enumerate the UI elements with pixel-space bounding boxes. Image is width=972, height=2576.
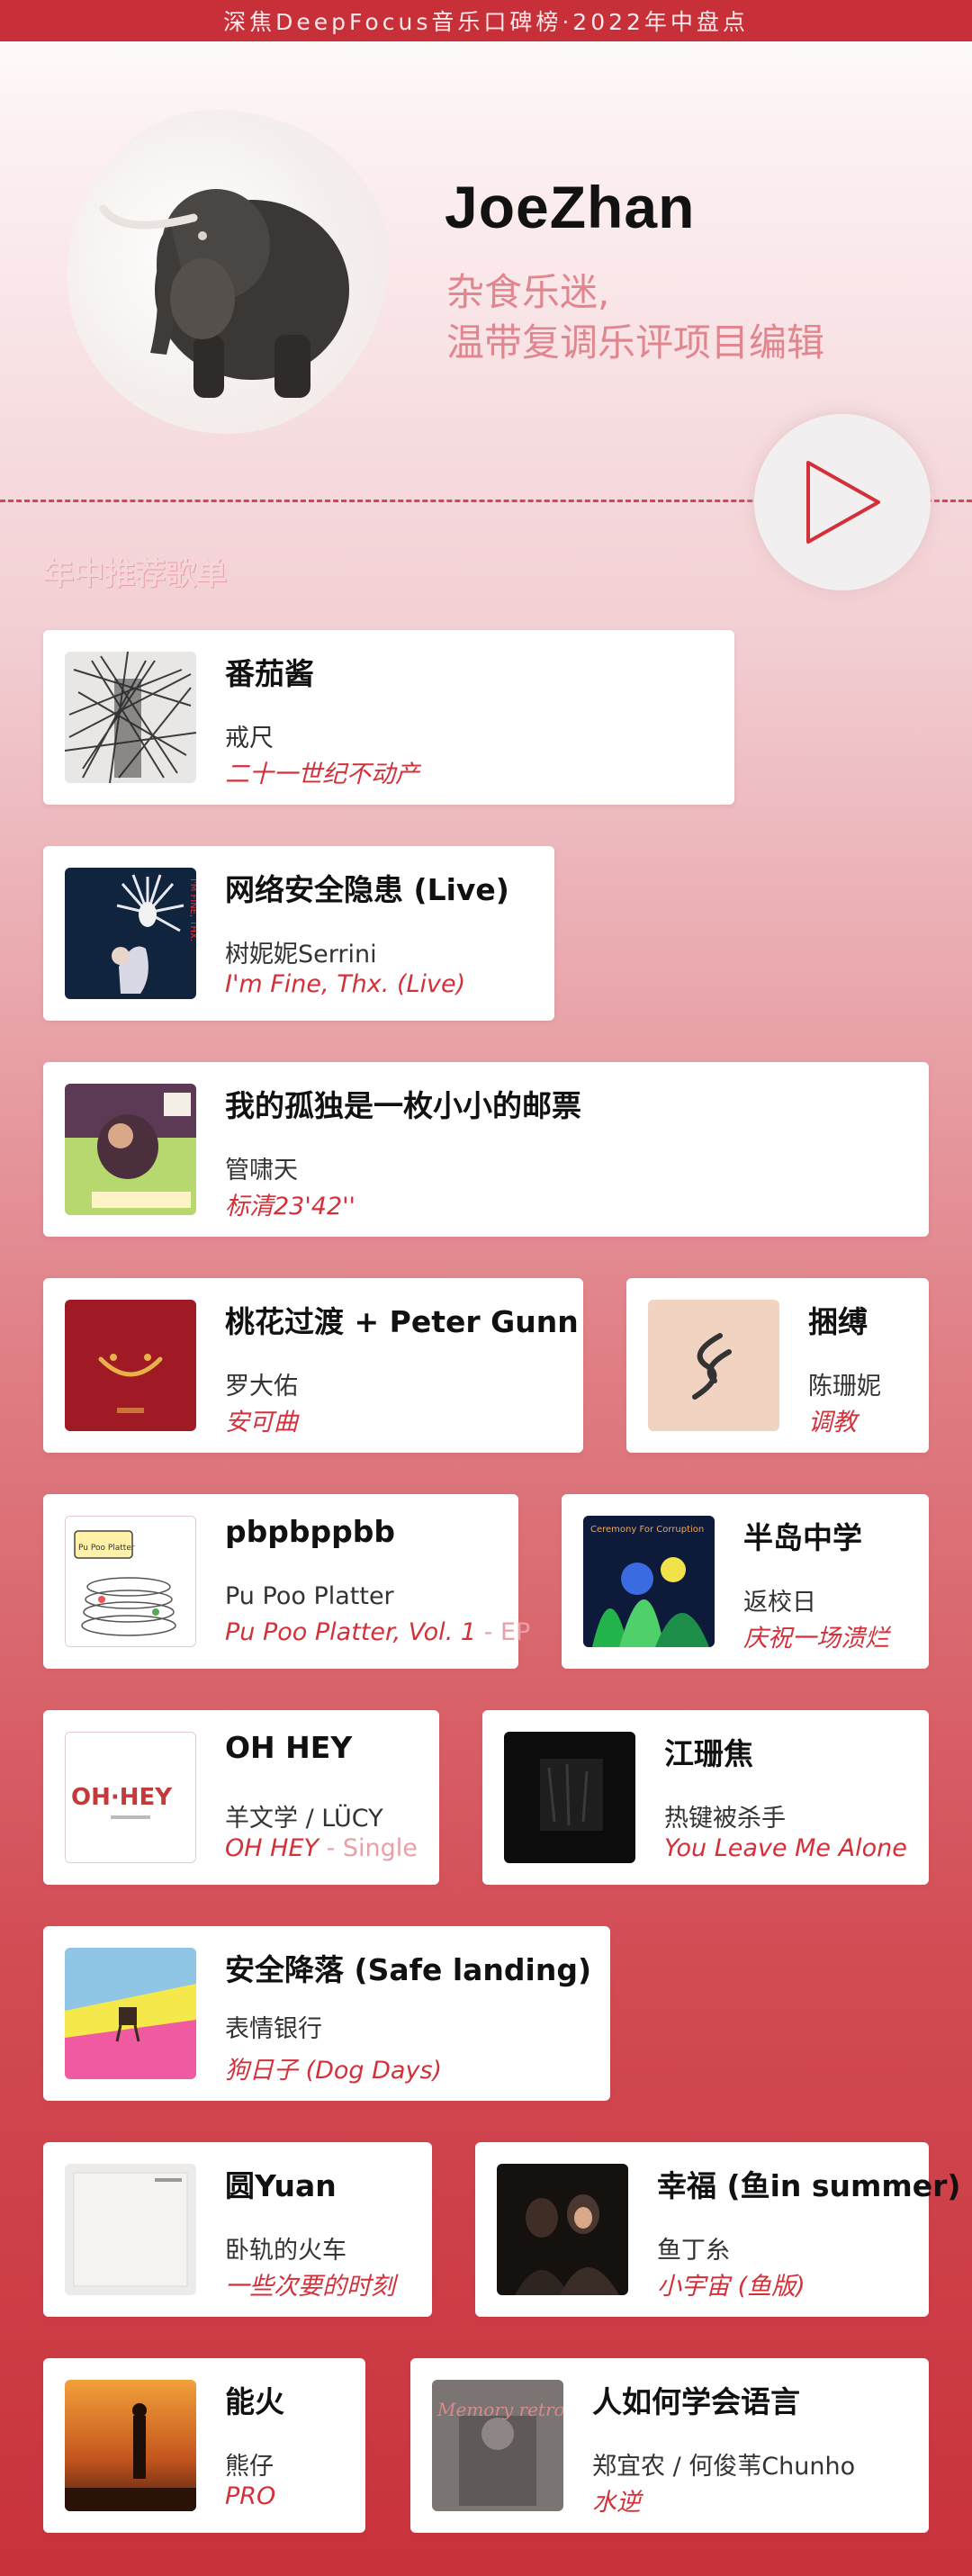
song-title: 能火 [225,2384,284,2419]
artist-name: 热键被杀手 [664,1805,786,1833]
svg-text:OH·HEY: OH·HEY [71,1784,173,1811]
album-name: Pu Poo Platter, Vol. 1 - EP [225,1618,531,1646]
album-name: You Leave Me Alone [664,1834,907,1862]
artist-name: 郑宜农 / 何俊苇Chunho [592,2453,856,2481]
album-name: 二十一世纪不动产 [225,761,419,788]
artist-name: 戒尺 [225,725,274,752]
album-cover-icon [648,1300,779,1431]
play-icon [806,461,880,544]
track-card[interactable]: I'M FINE, THX. 网络安全隐患 (Live) 树妮妮Serrini … [43,846,554,1021]
artist-name: 罗大佑 [225,1373,298,1401]
artist-name: 管啸天 [225,1157,298,1184]
album-cover-icon: OH·HEY [65,1732,196,1863]
song-title: 人如何学会语言 [592,2384,800,2419]
artist-name: 羊文学 / LÜCY [225,1805,383,1833]
avatar [68,110,388,434]
album-name: 狗日子 (Dog Days) [225,2057,443,2085]
header-banner: 深焦DeepFocus音乐口碑榜·2022年中盘点 [0,0,972,41]
album-cover-icon: Memory retro made [432,2380,563,2511]
album-name: OH HEY - Single [225,1834,418,1862]
banner-text: 深焦DeepFocus音乐口碑榜·2022年中盘点 [223,9,749,35]
track-card[interactable]: 番茄酱 戒尺 二十一世纪不动产 [43,630,734,805]
section-title: 年中推荐歌单 [43,556,227,592]
album-cover-icon: Pu Poo Platter [65,1516,196,1647]
album-name: 一些次要的时刻 [225,2273,395,2301]
album-name: 安可曲 [225,1409,298,1437]
album-name: 小宇宙 (鱼版) [657,2273,806,2301]
track-card[interactable]: OH·HEY OH HEY 羊文学 / LÜCY OH HEY - Single [43,1710,439,1885]
svg-text:Pu Poo Platter: Pu Poo Platter [78,1544,135,1553]
song-title: 圆Yuan [225,2168,337,2203]
track-card[interactable]: 能火 熊仔 PRO [43,2358,365,2533]
user-bio: 杂食乐迷, 温带复调乐评项目编辑 [446,267,824,368]
track-card[interactable]: 圆Yuan 卧轨的火车 一些次要的时刻 [43,2142,432,2317]
song-title: 桃花过渡 + Peter Gunn [225,1304,579,1339]
album-name: 标清23'42'' [225,1193,356,1220]
artist-name: 卧轨的火车 [225,2237,346,2265]
album-name: 庆祝一场溃烂 [743,1625,889,1653]
album-name: 调教 [808,1409,857,1437]
album-name: 水逆 [592,2489,641,2517]
album-cover-icon: I'M FINE, THX. [65,868,196,999]
album-cover-icon [65,1300,196,1431]
artist-name: 树妮妮Serrini [225,941,377,968]
album-cover-icon [497,2164,628,2295]
artist-name: 陈珊妮 [808,1373,881,1401]
track-card[interactable]: 幸福 (鱼in summer) 鱼丁糸 小宇宙 (鱼版) [475,2142,961,2317]
svg-text:Memory retro made: Memory retro made [436,2399,563,2420]
song-title: OH HEY [225,1730,353,1765]
elephant-photo-icon [99,189,349,398]
track-card[interactable]: Ceremony For Corruption 半岛中学 返校日 庆祝一场溃烂 [562,1494,929,1669]
song-title: 安全降落 (Safe landing) [225,1952,592,1987]
album-cover-icon [65,2380,196,2511]
track-card[interactable]: 桃花过渡 + Peter Gunn 罗大佑 安可曲 [43,1278,583,1453]
track-card[interactable]: 我的孤独是一枚小小的邮票 管啸天 标清23'42'' [43,1062,929,1237]
song-title: 半岛中学 [743,1520,862,1555]
bio-line-2: 温带复调乐评项目编辑 [446,320,825,365]
svg-text:I'M FINE, THX.: I'M FINE, THX. [188,878,196,941]
album-name: I'm Fine, Thx. (Live) [225,970,466,998]
album-cover-icon [65,652,196,783]
bio-line-1: 杂食乐迷, [446,270,610,314]
track-card[interactable]: Pu Poo Platter pbpbppbb Pu Poo Platter P… [43,1494,530,1669]
artist-name: Pu Poo Platter [225,1582,394,1610]
track-card[interactable]: Memory retro made 人如何学会语言 郑宜农 / 何俊苇Chunh… [410,2358,929,2533]
song-title: 番茄酱 [225,656,314,691]
album-name: PRO [225,2482,276,2510]
track-card[interactable]: 捆缚 陈珊妮 调教 [626,1278,929,1453]
song-title: 网络安全隐患 (Live) [225,872,509,907]
song-title: 幸福 (鱼in summer) [657,2168,961,2203]
album-cover-icon [65,1948,196,2079]
song-title: 捆缚 [808,1304,868,1339]
artist-name: 鱼丁糸 [657,2237,730,2265]
track-card[interactable]: 江珊焦 热键被杀手 You Leave Me Alone [482,1710,929,1885]
album-cover-icon [504,1732,635,1863]
song-title: 江珊焦 [664,1736,753,1771]
artist-name: 返校日 [743,1589,816,1617]
track-card[interactable]: 安全降落 (Safe landing) 表情银行 狗日子 (Dog Days) [43,1926,610,2101]
artist-name: 熊仔 [225,2453,274,2481]
play-button[interactable] [754,414,931,590]
album-cover-icon [65,1084,196,1215]
svg-text:Ceremony For Corruption: Ceremony For Corruption [590,1525,704,1535]
album-cover-icon: Ceremony For Corruption [583,1516,715,1647]
user-name: JoeZhan [445,174,696,240]
artist-name: 表情银行 [225,2015,322,2043]
song-title: 我的孤独是一枚小小的邮票 [225,1088,581,1123]
song-title: pbpbppbb [225,1514,395,1549]
album-cover-icon [65,2164,196,2295]
